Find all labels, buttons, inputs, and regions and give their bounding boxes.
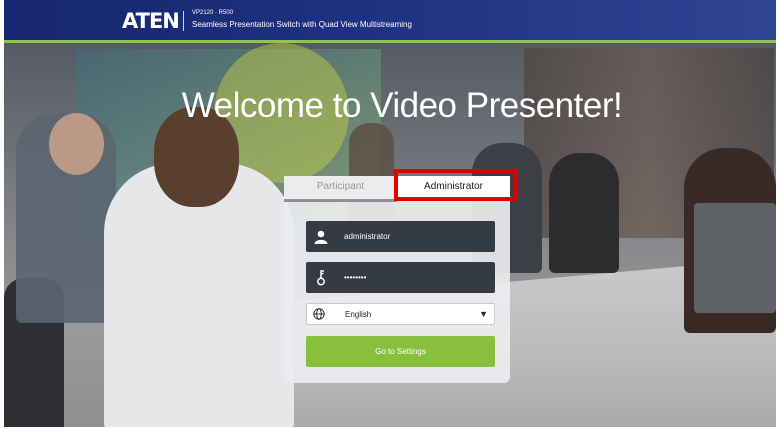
- administrator-tab-highlight: [394, 169, 518, 201]
- background-laptop: [694, 203, 776, 313]
- chevron-down-icon: ▼: [479, 309, 488, 319]
- aten-logo: ATEN: [122, 9, 180, 33]
- key-icon: [306, 262, 335, 293]
- logo-divider: [183, 11, 184, 31]
- product-subtitle: Seamless Presentation Switch with Quad V…: [192, 20, 412, 29]
- go-to-settings-button[interactable]: Go to Settings: [306, 336, 495, 367]
- background-person: [549, 153, 619, 273]
- username-field[interactable]: administrator: [306, 221, 495, 252]
- login-panel: Participant Administrator administrator …: [284, 176, 510, 383]
- password-value: ••••••••: [344, 273, 367, 282]
- model-label: VP2120 · R500: [192, 10, 234, 16]
- password-field[interactable]: ••••••••: [306, 262, 495, 293]
- app-frame: ATEN VP2120 · R500 Seamless Presentation…: [4, 0, 776, 427]
- username-value: administrator: [344, 232, 391, 241]
- language-select[interactable]: English ▼: [306, 303, 495, 325]
- tab-participant[interactable]: Participant: [284, 176, 397, 202]
- globe-icon: [313, 308, 325, 322]
- header-bar: ATEN VP2120 · R500 Seamless Presentation…: [4, 0, 776, 40]
- user-icon: [306, 221, 335, 252]
- welcome-title: Welcome to Video Presenter!: [181, 86, 623, 125]
- language-value: English: [345, 310, 372, 319]
